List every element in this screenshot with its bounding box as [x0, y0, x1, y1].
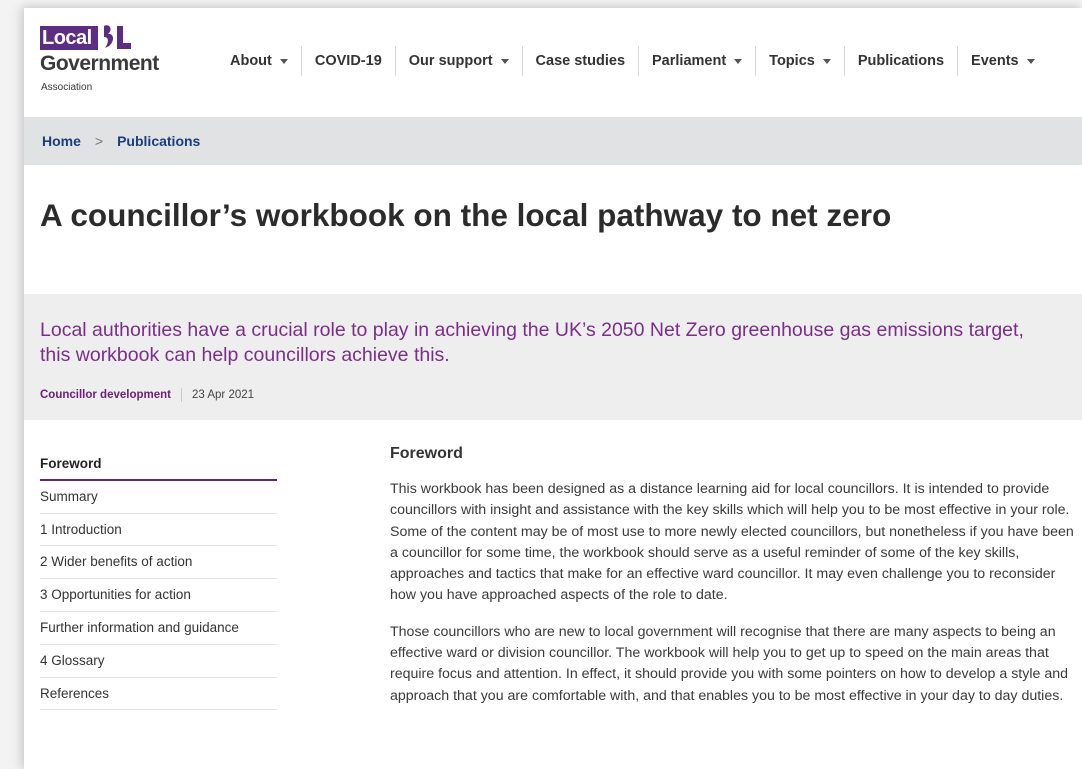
nav-label: Events	[971, 53, 1019, 69]
logo-local-text: Local	[42, 27, 92, 49]
toc-item-references[interactable]: References	[40, 678, 277, 711]
logo-mark-icon	[104, 25, 131, 49]
topic-tag-link[interactable]: Councillor development	[40, 389, 171, 401]
summary-band: Local authorities have a crucial role to…	[24, 294, 1082, 420]
nav-label: Case studies	[535, 53, 626, 69]
toc-item-opportunities[interactable]: 3 Opportunities for action	[40, 579, 277, 612]
nav-item-case-studies[interactable]: Case studies	[523, 46, 640, 76]
publish-date: 23 Apr 2021	[192, 389, 255, 401]
toc-item-summary[interactable]: Summary	[40, 481, 277, 514]
chevron-down-icon	[1026, 58, 1035, 64]
nav-item-about[interactable]: About	[217, 46, 302, 76]
nav-label: Our support	[408, 53, 493, 69]
main-content: Foreword This workbook has been designed…	[390, 444, 1080, 722]
toc-item-foreword[interactable]: Foreword	[40, 448, 277, 481]
meta-divider	[181, 388, 182, 402]
nav-item-publications[interactable]: Publications	[845, 46, 959, 76]
nav-label: COVID-19	[314, 53, 382, 69]
toc-item-wider-benefits[interactable]: 2 Wider benefits of action	[40, 546, 277, 580]
nav-item-topics[interactable]: Topics	[756, 46, 845, 76]
breadcrumb-home-link[interactable]: Home	[42, 133, 81, 149]
toc-item-further-information[interactable]: Further information and guidance	[40, 612, 277, 645]
contents-nav: Foreword Summary 1 Introduction 2 Wider …	[40, 448, 277, 711]
page-frame: Local Government Association About COVID…	[24, 8, 1082, 769]
lga-logo[interactable]: Local Government Association	[40, 25, 170, 96]
logo-local-box: Local	[40, 26, 98, 50]
chevron-down-icon	[279, 58, 288, 64]
main-nav: About COVID-19 Our support Case studies …	[217, 46, 1048, 76]
nav-label: Parliament	[652, 53, 727, 69]
logo-government-text: Government	[40, 52, 159, 75]
nav-item-our-support[interactable]: Our support	[396, 46, 523, 76]
chevron-down-icon	[734, 58, 743, 64]
toc-item-introduction[interactable]: 1 Introduction	[40, 514, 277, 547]
breadcrumb-separator: >	[94, 133, 104, 149]
nav-item-events[interactable]: Events	[958, 46, 1048, 76]
nav-label: About	[230, 53, 272, 69]
content-paragraph: This workbook has been designed as a dis…	[390, 481, 1074, 604]
page-summary: Local authorities have a crucial role to…	[40, 319, 1024, 366]
site-header: Local Government Association About COVID…	[24, 8, 1082, 117]
nav-item-parliament[interactable]: Parliament	[639, 46, 757, 76]
nav-label: Publications	[857, 53, 945, 69]
breadcrumb-publications-link[interactable]: Publications	[117, 133, 200, 149]
section-heading: Foreword	[390, 445, 463, 462]
page-title: A councillor’s workbook on the local pat…	[40, 197, 892, 233]
logo-association-text: Association	[41, 82, 93, 93]
nav-item-covid-19[interactable]: COVID-19	[302, 46, 396, 76]
breadcrumb: Home > Publications	[24, 117, 1082, 165]
chevron-down-icon	[822, 58, 831, 64]
publication-meta: Councillor development 23 Apr 2021	[40, 388, 254, 402]
chevron-down-icon	[500, 58, 509, 64]
content-paragraph: Those councillors who are new to local g…	[390, 623, 1069, 704]
nav-label: Topics	[769, 53, 815, 69]
toc-item-glossary[interactable]: 4 Glossary	[40, 645, 277, 678]
